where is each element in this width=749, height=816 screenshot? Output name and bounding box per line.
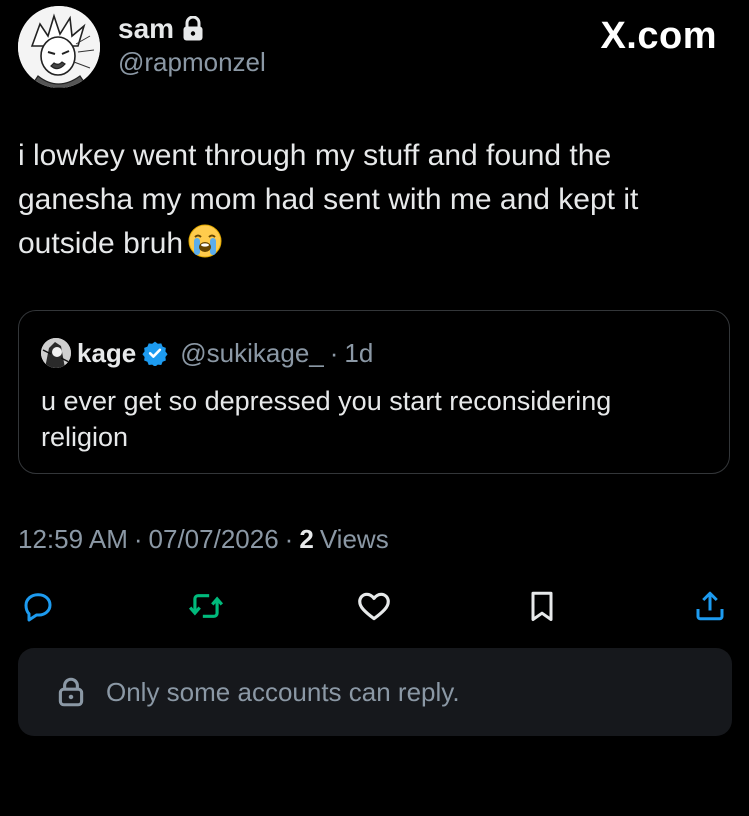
loudly-crying-face-icon: [187, 223, 223, 272]
action-bar: [18, 586, 730, 626]
protected-lock-icon: [182, 16, 204, 42]
repost-button[interactable]: [186, 586, 226, 626]
views-count[interactable]: 2: [299, 522, 313, 556]
quoted-author-handle[interactable]: @sukikage_: [180, 337, 323, 369]
post-time[interactable]: 12:59 AM: [18, 522, 128, 556]
reply-restriction-text: Only some accounts can reply.: [106, 677, 460, 707]
share-icon: [696, 591, 724, 621]
post-date[interactable]: 07/07/2026: [149, 522, 279, 556]
reply-icon: [24, 593, 52, 622]
quoted-post-text: u ever get so depressed you start recons…: [41, 386, 612, 452]
author-display-name[interactable]: sam: [118, 12, 174, 46]
author-avatar[interactable]: [18, 6, 100, 88]
reply-button[interactable]: [18, 586, 58, 626]
repost-icon: [188, 594, 224, 618]
share-button[interactable]: [690, 586, 730, 626]
bookmark-icon: [531, 591, 553, 621]
quoted-post-card[interactable]: kage @sukikage_ · 1d u ever get so depre…: [18, 310, 730, 474]
quoted-author-avatar[interactable]: [41, 338, 71, 368]
post-text: i lowkey went through my stuff and found…: [18, 134, 718, 272]
author-name-row: sam: [118, 12, 204, 46]
quoted-post-header: kage @sukikage_ · 1d: [41, 337, 373, 369]
views-label: Views: [319, 524, 389, 554]
quoted-post-time[interactable]: 1d: [344, 337, 373, 369]
manga-avatar-icon: [18, 6, 100, 88]
quoted-separator: ·: [329, 338, 339, 368]
lock-icon: [54, 675, 88, 709]
author-handle[interactable]: @rapmonzel: [118, 46, 266, 78]
post-text-content: i lowkey went through my stuff and found…: [18, 139, 639, 260]
quoted-author-display-name[interactable]: kage: [77, 337, 136, 369]
heart-icon: [358, 592, 390, 621]
bookmark-button[interactable]: [522, 586, 562, 626]
verified-badge-icon: [142, 340, 168, 366]
like-button[interactable]: [354, 586, 394, 626]
meta-separator: ·: [133, 524, 143, 554]
reply-restriction-bar: Only some accounts can reply.: [18, 648, 732, 736]
brand-watermark: X.com: [600, 15, 717, 57]
post-meta: 12:59 AM · 07/07/2026 · 2 Views: [18, 522, 389, 556]
meta-separator: ·: [284, 524, 294, 554]
